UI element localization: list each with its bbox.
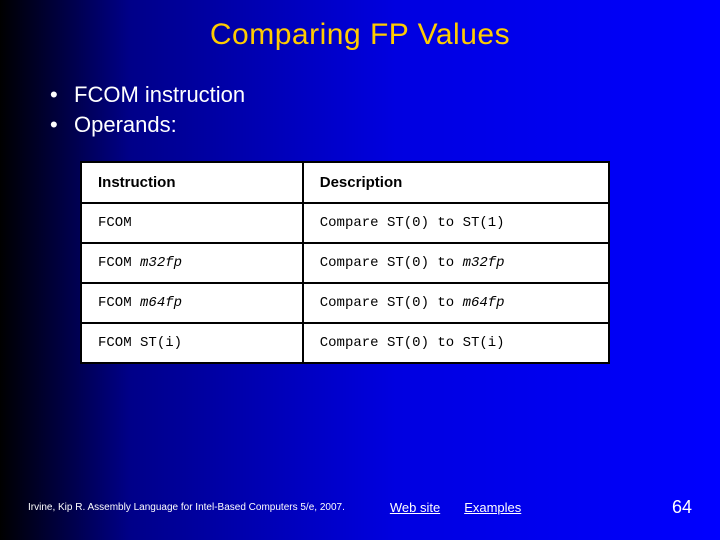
examples-link[interactable]: Examples (464, 500, 521, 515)
bullet-item: Operands: (50, 110, 720, 140)
page-number: 64 (672, 497, 692, 518)
bullet-item: FCOM instruction (50, 80, 720, 110)
fcom-table: Instruction Description FCOM Compare ST(… (80, 161, 610, 364)
table-row: FCOM m64fp Compare ST(0) to m64fp (81, 283, 609, 323)
table-row: FCOM Compare ST(0) to ST(1) (81, 203, 609, 243)
website-link[interactable]: Web site (390, 500, 440, 515)
cell-instruction: FCOM ST(i) (81, 323, 303, 363)
page-title: Comparing FP Values (0, 0, 720, 52)
cell-instruction: FCOM m64fp (81, 283, 303, 323)
table-header-row: Instruction Description (81, 162, 609, 203)
cell-instruction: FCOM m32fp (81, 243, 303, 283)
cell-description: Compare ST(0) to m32fp (303, 243, 609, 283)
table-header-description: Description (303, 162, 609, 203)
cell-description: Compare ST(0) to ST(1) (303, 203, 609, 243)
table-row: FCOM m32fp Compare ST(0) to m32fp (81, 243, 609, 283)
cell-description: Compare ST(0) to m64fp (303, 283, 609, 323)
bullet-list: FCOM instruction Operands: (50, 80, 720, 139)
cell-description: Compare ST(0) to ST(i) (303, 323, 609, 363)
cell-instruction: FCOM (81, 203, 303, 243)
citation: Irvine, Kip R. Assembly Language for Int… (28, 502, 345, 513)
footer: Irvine, Kip R. Assembly Language for Int… (0, 497, 720, 518)
table-header-instruction: Instruction (81, 162, 303, 203)
table-row: FCOM ST(i) Compare ST(0) to ST(i) (81, 323, 609, 363)
